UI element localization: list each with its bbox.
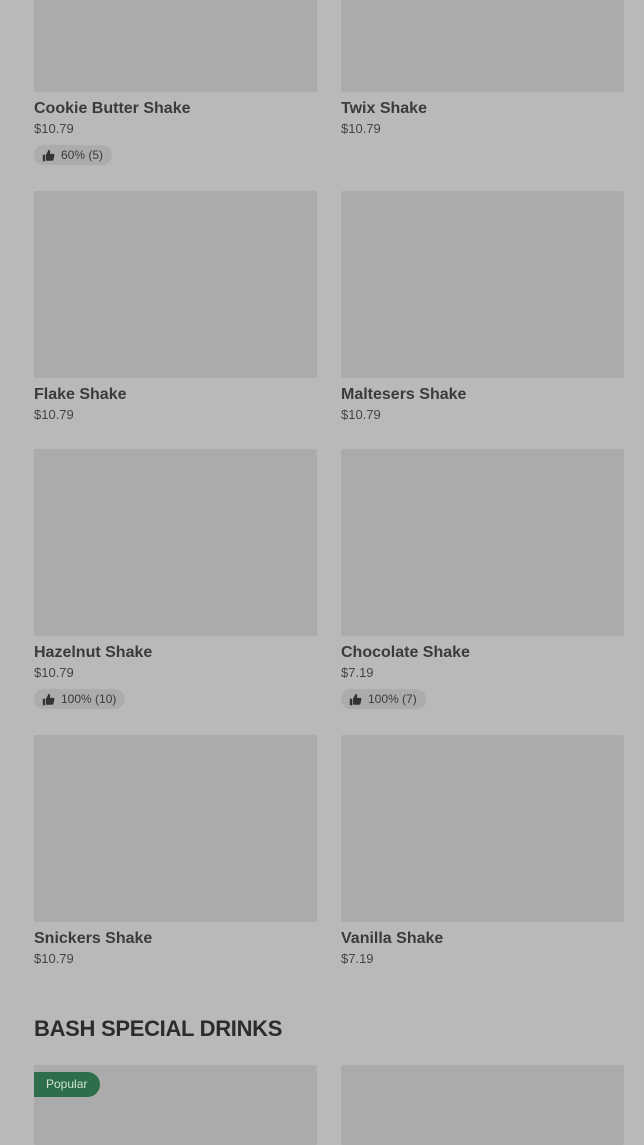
item-name: Cookie Butter Shake [34,100,191,117]
menu-item-card[interactable]: Vanilla Shake $7.19 [341,735,624,967]
item-name: Maltesers Shake [341,386,467,403]
rating-text: 100% (10) [61,692,117,706]
item-price: $10.79 [341,407,381,422]
item-image[interactable] [34,191,317,378]
thumbs-up-icon [42,693,55,705]
popular-badge: Popular [34,1072,101,1097]
item-image[interactable] [34,735,317,922]
section-title: BASH SPECIAL DRINKS [34,1016,283,1041]
item-name: Flake Shake [34,386,127,403]
thumbs-up-icon [42,149,55,161]
item-price: $10.79 [34,121,74,136]
menu-item-card[interactable]: Cookie Butter Shake $10.79 60% (5) [34,0,317,167]
menu-item-card[interactable]: Twix Shake $10.79 [341,0,624,137]
item-price: $10.79 [34,665,74,680]
item-image[interactable] [341,191,624,378]
thumbs-up-icon [349,693,362,705]
rating-badge: 60% (5) [34,145,113,165]
item-image[interactable] [341,449,624,636]
menu-item-card[interactable]: Chocolate Shake $7.19 100% (7) [341,449,624,711]
rating-badge: 100% (7) [341,689,426,709]
item-name: Chocolate Shake [341,644,470,661]
item-image[interactable] [34,449,317,636]
menu-item-card[interactable]: Hazelnut Shake $10.79 100% (10) [34,449,317,711]
menu-item-card[interactable]: Flake Shake $10.79 [34,191,317,423]
item-price: $10.79 [34,951,74,966]
item-image[interactable] [34,0,317,92]
menu-item-card[interactable]: Maltesers Shake $10.79 [341,191,624,423]
rating-badge: 100% (10) [34,689,126,709]
item-image[interactable] [341,1065,624,1145]
rating-text: 60% (5) [61,148,104,162]
item-image[interactable] [341,735,624,922]
item-price: $10.79 [34,407,74,422]
item-price: $7.19 [341,951,374,966]
menu-item-card[interactable]: Snickers Shake $10.79 [34,735,317,967]
item-name: Hazelnut Shake [34,644,153,661]
rating-text: 100% (7) [368,692,417,706]
item-name: Snickers Shake [34,930,153,947]
item-name: Vanilla Shake [341,930,444,947]
item-name: Twix Shake [341,100,427,117]
item-price: $7.19 [341,665,374,680]
item-image[interactable] [341,0,624,92]
item-price: $10.79 [341,121,381,136]
